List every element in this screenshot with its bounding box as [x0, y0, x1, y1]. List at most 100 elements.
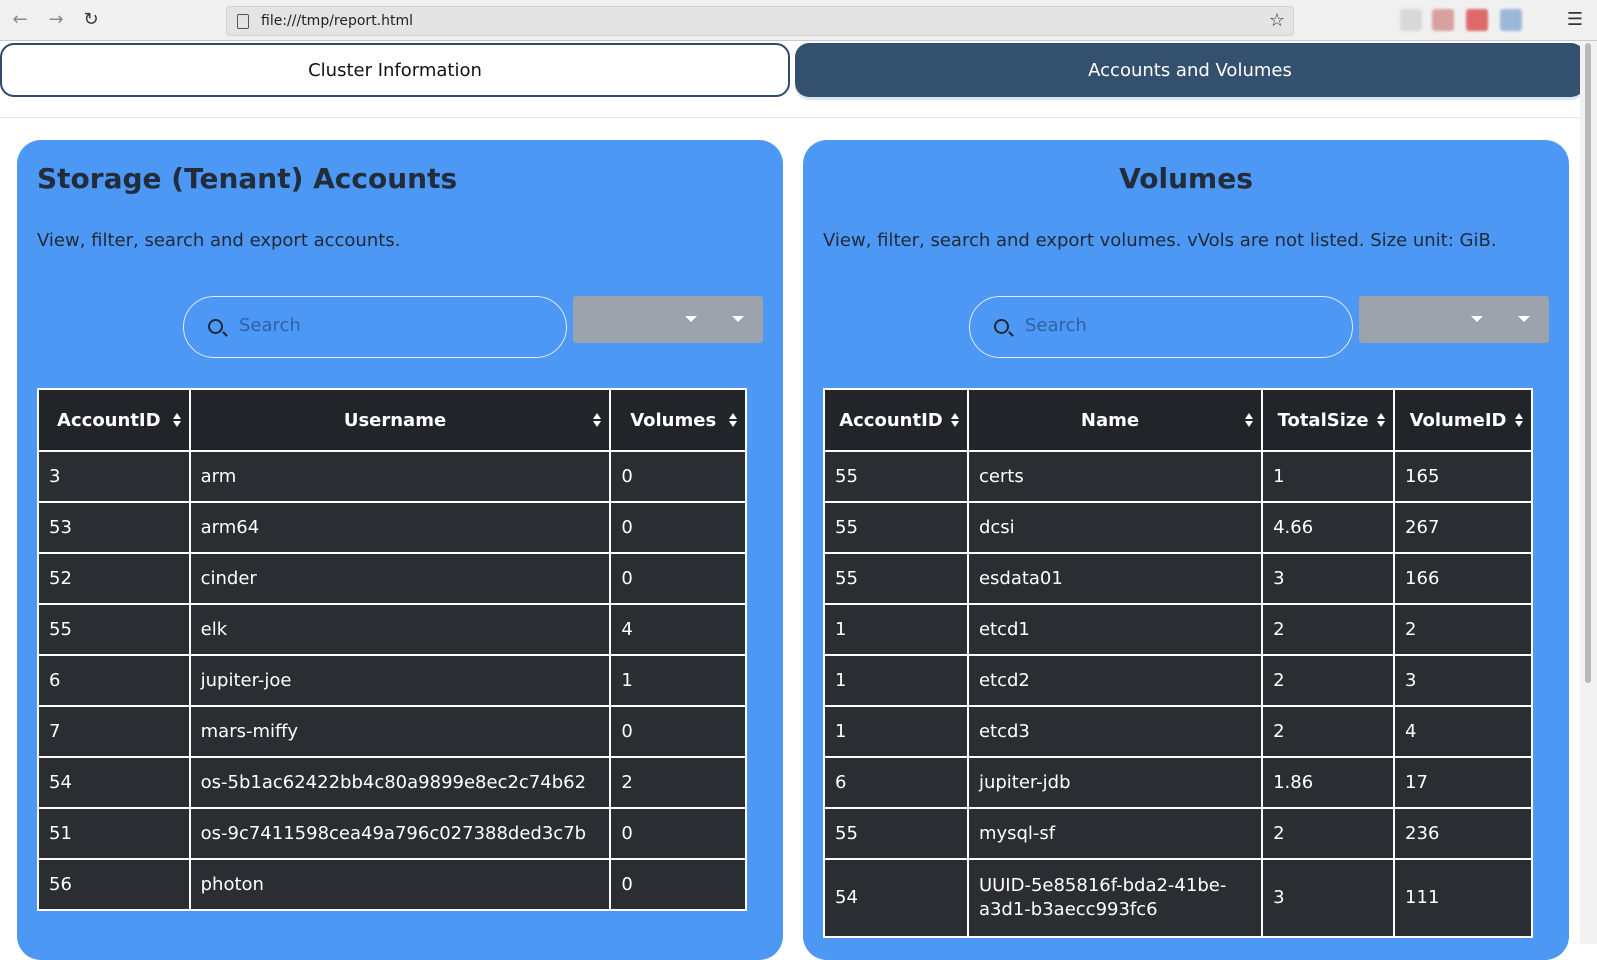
table-row: 7 mars-miffy 0: [37, 705, 747, 758]
accounts-table: AccountID Username Volumes 3 arm 0 53 arm64…: [37, 388, 747, 911]
column-header-volumeid[interactable]: VolumeID: [1393, 388, 1533, 452]
sort-icon[interactable]: [593, 413, 602, 429]
cell: 2: [1261, 705, 1396, 758]
table-row: 1 etcd3 2 4: [823, 705, 1533, 758]
table-header-row: AccountID Name TotalSize VolumeID: [823, 388, 1533, 452]
address-bar[interactable]: file:///tmp/report.html ☆: [226, 6, 1294, 36]
cell: 53: [37, 501, 191, 554]
cell: mars-miffy: [188, 705, 612, 758]
cell: 2: [609, 756, 747, 809]
cell: 0: [609, 552, 747, 605]
sort-icon[interactable]: [1377, 413, 1386, 429]
cell: 17: [1393, 756, 1533, 809]
chevron-down-icon[interactable]: [685, 316, 697, 322]
cell: jupiter-joe: [188, 654, 612, 707]
chevron-down-icon[interactable]: [732, 316, 744, 322]
cell: 52: [37, 552, 191, 605]
cell: 3: [1393, 654, 1533, 707]
cell: elk: [188, 603, 612, 656]
chevron-down-icon[interactable]: [1471, 316, 1483, 322]
table-row: 55 dcsi 4.66 267: [823, 501, 1533, 554]
accounts-filter-dropdown[interactable]: [573, 296, 763, 343]
scrollbar-thumb[interactable]: [1585, 43, 1591, 683]
accounts-title: Storage (Tenant) Accounts: [37, 162, 458, 195]
hamburger-menu-icon[interactable]: ☰: [1567, 9, 1583, 30]
accounts-search-input[interactable]: Search: [183, 296, 567, 358]
cell: 0: [609, 705, 747, 758]
cell: 6: [37, 654, 191, 707]
cell: arm: [188, 450, 612, 503]
cell: 2: [1261, 807, 1396, 860]
cell: 54: [37, 756, 191, 809]
cell: 2: [1393, 603, 1533, 656]
table-row: 55 certs 1 165: [823, 450, 1533, 503]
search-icon: [994, 319, 1009, 334]
forward-arrow-icon[interactable]: →: [45, 9, 67, 31]
search-placeholder: Search: [239, 315, 301, 336]
table-row: 53 arm64 0: [37, 501, 747, 554]
cell: 2: [1261, 654, 1396, 707]
table-row: 51 os-9c7411598cea49a796c027388ded3c7b 0: [37, 807, 747, 860]
table-row: 54 UUID-5e85816f-bda2-41be-a3d1-b3aecc993…: [823, 858, 1533, 938]
cell: 3: [37, 450, 191, 503]
extension-icon[interactable]: [1466, 9, 1488, 31]
volumes-filter-dropdown[interactable]: [1359, 296, 1549, 343]
cell: mysql-sf: [966, 807, 1264, 860]
cell: 55: [37, 603, 191, 656]
tab-cluster-information[interactable]: Cluster Information: [0, 43, 790, 97]
tab-bar: Cluster Information Accounts and Volumes: [0, 41, 1585, 118]
table-row: 3 arm 0: [37, 450, 747, 503]
chevron-down-icon[interactable]: [1518, 316, 1530, 322]
cell: os-5b1ac62422bb4c80a9899e8ec2c74b62: [188, 756, 612, 809]
url-text: file:///tmp/report.html: [261, 13, 414, 29]
sort-icon[interactable]: [950, 413, 959, 429]
table-row: 1 etcd1 2 2: [823, 603, 1533, 656]
column-header-totalsize[interactable]: TotalSize: [1261, 388, 1396, 452]
column-header-name[interactable]: Name: [966, 388, 1264, 452]
column-header-accountid[interactable]: AccountID: [823, 388, 969, 452]
tab-accounts-and-volumes[interactable]: Accounts and Volumes: [795, 43, 1585, 97]
sort-icon[interactable]: [172, 413, 181, 429]
table-row: 1 etcd2 2 3: [823, 654, 1533, 707]
column-header-accountid[interactable]: AccountID: [37, 388, 191, 452]
volumes-description: View, filter, search and export volumes.…: [823, 230, 1497, 251]
cell: 3: [1261, 858, 1396, 938]
header-label: Volumes: [630, 409, 717, 431]
cell: 6: [823, 756, 969, 809]
page-scrollbar[interactable]: [1580, 41, 1597, 944]
table-header-row: AccountID Username Volumes: [37, 388, 747, 452]
cell: etcd2: [966, 654, 1264, 707]
cell: 165: [1393, 450, 1533, 503]
cell: 1: [1261, 450, 1396, 503]
header-label: VolumeID: [1409, 409, 1507, 431]
search-icon: [208, 319, 223, 334]
cell: 267: [1393, 501, 1533, 554]
cell: 55: [823, 501, 969, 554]
table-row: 55 esdata01 3 166: [823, 552, 1533, 605]
cell: 4: [1393, 705, 1533, 758]
back-arrow-icon[interactable]: ←: [9, 9, 31, 31]
sort-icon[interactable]: [729, 413, 737, 429]
cell: 236: [1393, 807, 1533, 860]
sort-icon[interactable]: [1515, 413, 1523, 429]
cell: 0: [609, 807, 747, 860]
cell: 3: [1261, 552, 1396, 605]
extension-icon[interactable]: [1500, 9, 1522, 31]
reload-icon[interactable]: ↻: [80, 9, 102, 31]
cell: etcd3: [966, 705, 1264, 758]
column-header-volumes[interactable]: Volumes: [609, 388, 747, 452]
cell: 1.86: [1261, 756, 1396, 809]
header-label: TotalSize: [1277, 409, 1369, 431]
accounts-panel: Storage (Tenant) Accounts View, filter, …: [17, 140, 783, 960]
column-header-username[interactable]: Username: [188, 388, 612, 452]
table-row: 6 jupiter-joe 1: [37, 654, 747, 707]
table-row: 55 elk 4: [37, 603, 747, 656]
extension-icon[interactable]: [1432, 9, 1454, 31]
header-label: AccountID: [839, 409, 943, 431]
extension-icon[interactable]: [1400, 9, 1422, 31]
volumes-search-input[interactable]: Search: [969, 296, 1353, 358]
bookmark-star-icon[interactable]: ☆: [1269, 10, 1285, 31]
sort-icon[interactable]: [1245, 413, 1254, 429]
cell: photon: [188, 858, 612, 911]
cell: 51: [37, 807, 191, 860]
